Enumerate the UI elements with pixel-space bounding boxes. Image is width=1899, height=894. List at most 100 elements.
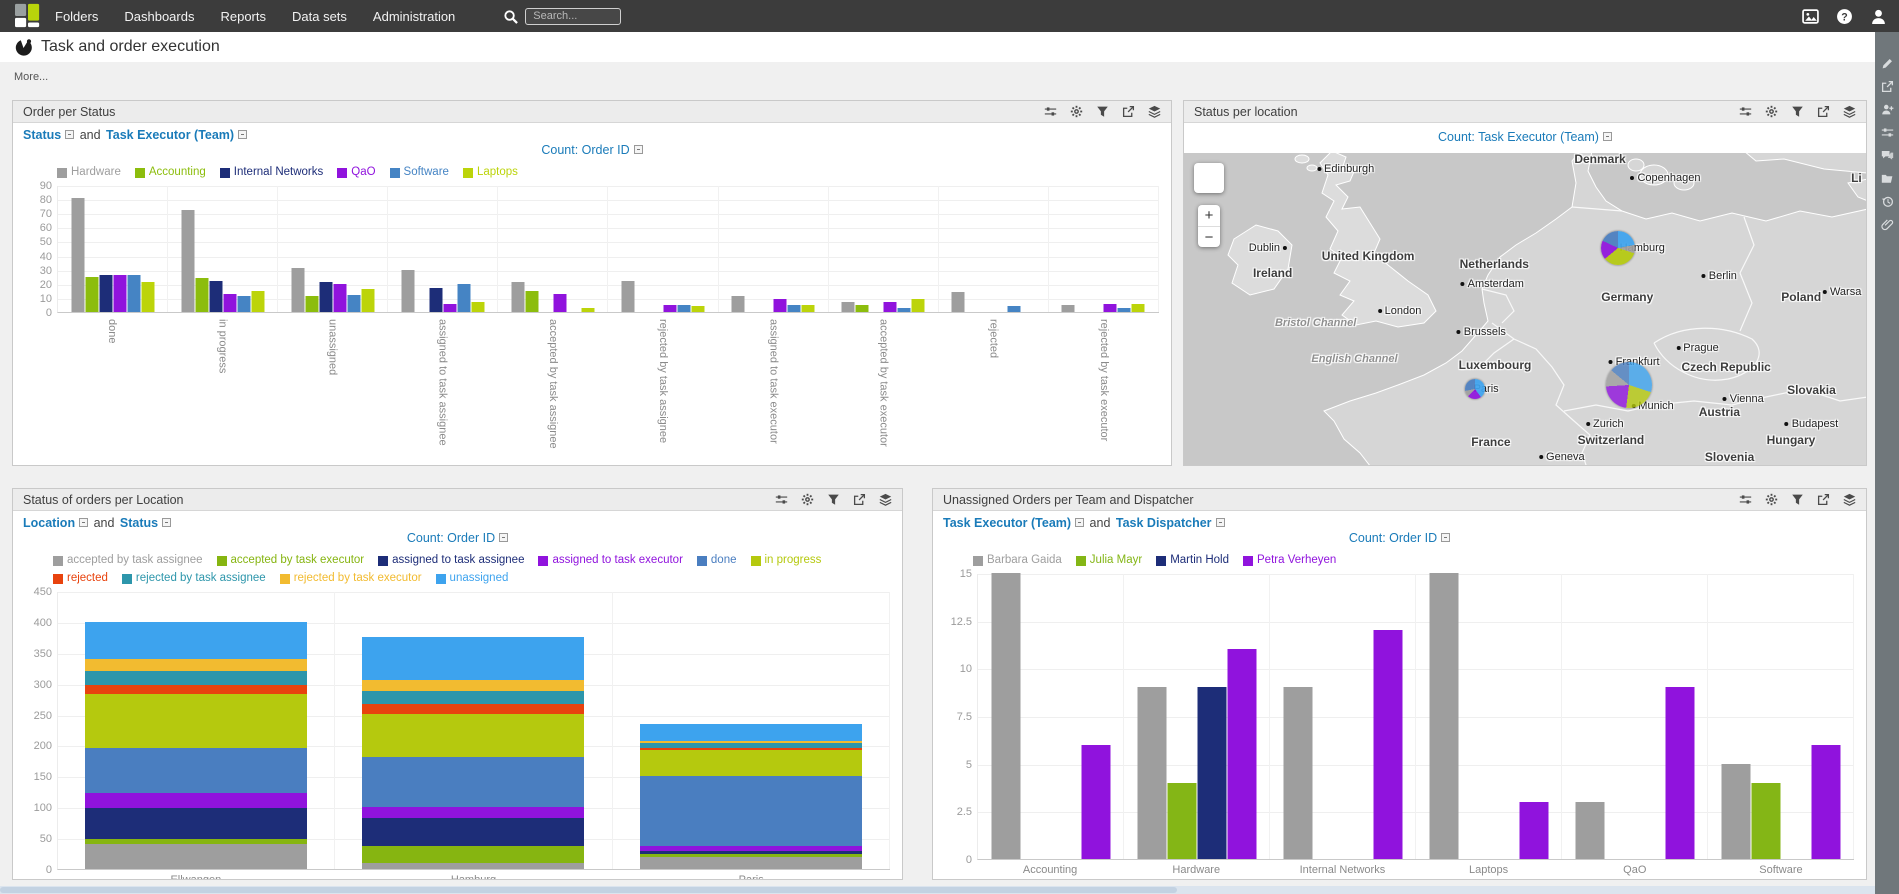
legend-item-in-progress[interactable]: in progress [750,553,821,568]
bar-hardware[interactable] [511,282,525,312]
bar-qao[interactable] [663,305,677,312]
side-rail-button-chat[interactable] [1875,144,1899,167]
collapse-box-icon[interactable] [162,518,172,527]
stack-segment-rejected-by-task-assignee[interactable] [85,671,308,685]
bar-barbara-gaida[interactable] [1721,764,1750,859]
bar-accounting[interactable] [195,278,209,312]
nav-item-reports[interactable]: Reports [220,9,266,24]
export-icon[interactable] [1817,493,1830,506]
zoom-in-button[interactable]: + [1198,205,1220,226]
stack-segment-in-progress[interactable] [639,750,862,776]
legend-item-qao[interactable]: QaO [337,165,376,180]
nav-item-folders[interactable]: Folders [55,9,98,24]
bar-hardware[interactable] [291,268,305,312]
collapse-box-icon[interactable] [1441,533,1451,542]
bar-laptops[interactable] [911,299,925,312]
dimension-link-2[interactable]: Task Executor (Team) [106,128,234,142]
bar-software[interactable] [787,305,801,312]
bar-barbara-gaida[interactable] [1429,573,1458,859]
bar-qao[interactable] [223,294,237,312]
legend-item-internal-networks[interactable]: Internal Networks [219,165,323,180]
collapse-box-icon[interactable] [79,518,89,527]
side-rail-button-share[interactable] [1875,75,1899,98]
legend-item-rejected-by-task-assignee[interactable]: rejected by task assignee [121,571,266,586]
legend-item-assigned-to-task-executor[interactable]: assigned to task executor [538,553,683,568]
collapse-box-icon[interactable] [1215,518,1225,527]
filter-icon[interactable] [1791,105,1804,118]
stack-segment-done[interactable] [85,748,308,793]
bar-petra-verheyen[interactable] [1665,687,1694,859]
app-logo[interactable] [13,3,43,29]
legend-item-petra-verheyen[interactable]: Petra Verheyen [1243,553,1336,568]
sliders-icon[interactable] [775,493,788,506]
stack-segment-unassigned[interactable] [362,637,585,680]
more-link[interactable]: More... [14,71,48,83]
bar-software[interactable] [237,296,251,312]
bar-software[interactable] [897,308,911,312]
legend-item-laptops[interactable]: Laptops [462,165,518,180]
bar-software[interactable] [457,284,471,312]
side-rail-button-sliders[interactable] [1875,121,1899,144]
stack-segment-assigned-to-task-assignee[interactable] [85,808,308,839]
bar-laptops[interactable] [471,302,485,312]
bar-barbara-gaida[interactable] [1283,687,1312,859]
collapse-box-icon[interactable] [1075,518,1085,527]
collapse-box-icon[interactable] [1602,132,1612,141]
count-link[interactable]: Count: Order ID [407,531,495,545]
europe-map[interactable]: + − Denmark Li United Kingdom Ireland Nether… [1184,153,1866,465]
zoom-out-button[interactable]: − [1198,226,1220,247]
count-link[interactable]: Count: Order ID [1349,531,1437,545]
stack-segment-in-progress[interactable] [85,694,308,748]
legend-item-hardware[interactable]: Hardware [57,165,121,180]
filter-icon[interactable] [1791,493,1804,506]
layers-icon[interactable] [879,493,892,506]
bar-hardware[interactable] [1061,305,1075,312]
bar-hardware[interactable] [401,270,415,312]
bar-hardware[interactable] [621,281,635,312]
bar-petra-verheyen[interactable] [1081,745,1110,859]
bar-laptops[interactable] [251,291,265,312]
gear-icon[interactable] [1765,105,1778,118]
layers-icon[interactable] [1843,105,1856,118]
sliders-icon[interactable] [1044,105,1057,118]
map-pie-hamburg[interactable] [1601,231,1636,266]
stack-segment-done[interactable] [362,757,585,807]
stack-segment-accepted-by-task-executor[interactable] [362,846,585,863]
sliders-icon[interactable] [1739,105,1752,118]
scrollbar-thumb[interactable] [0,887,1178,893]
user-icon[interactable] [1870,8,1887,25]
bar-internal-networks[interactable] [319,282,333,312]
bar-julia-mayr[interactable] [1751,783,1780,859]
bar-laptops[interactable] [1131,304,1145,312]
legend-item-rejected-by-task-executor[interactable]: rejected by task executor [279,571,422,586]
nav-item-administration[interactable]: Administration [373,9,455,24]
map-pie-paris[interactable] [1465,379,1486,400]
bar-accounting[interactable] [855,305,869,312]
stack-segment-unassigned[interactable] [639,724,862,741]
dimension-link-2[interactable]: Status [120,516,158,530]
export-icon[interactable] [1817,105,1830,118]
bar-internal-networks[interactable] [429,288,443,312]
gear-icon[interactable] [1765,493,1778,506]
stack-segment-rejected-by-task-executor[interactable] [85,659,308,671]
dimension-link-1[interactable]: Location [23,516,75,530]
bar-qao[interactable] [883,302,897,312]
filter-icon[interactable] [1096,105,1109,118]
stack-segment-assigned-to-task-assignee[interactable] [362,818,585,846]
side-rail-button-history[interactable] [1875,190,1899,213]
legend-item-martin-hold[interactable]: Martin Hold [1156,553,1229,568]
bar-petra-verheyen[interactable] [1373,630,1402,859]
bar-accounting[interactable] [85,277,99,312]
bar-laptops[interactable] [141,282,155,312]
bar-laptops[interactable] [691,306,705,312]
bar-barbara-gaida[interactable] [991,573,1020,859]
bar-accounting[interactable] [305,296,319,312]
stack-segment-assigned-to-task-executor[interactable] [85,793,308,808]
bar-petra-verheyen[interactable] [1227,649,1256,859]
count-link[interactable]: Count: Order ID [541,143,629,157]
nav-item-dashboards[interactable]: Dashboards [124,9,194,24]
bar-laptops[interactable] [361,289,375,312]
bar-qao[interactable] [1103,304,1117,312]
side-rail-button-paperclip[interactable] [1875,213,1899,236]
bar-hardware[interactable] [951,292,965,312]
